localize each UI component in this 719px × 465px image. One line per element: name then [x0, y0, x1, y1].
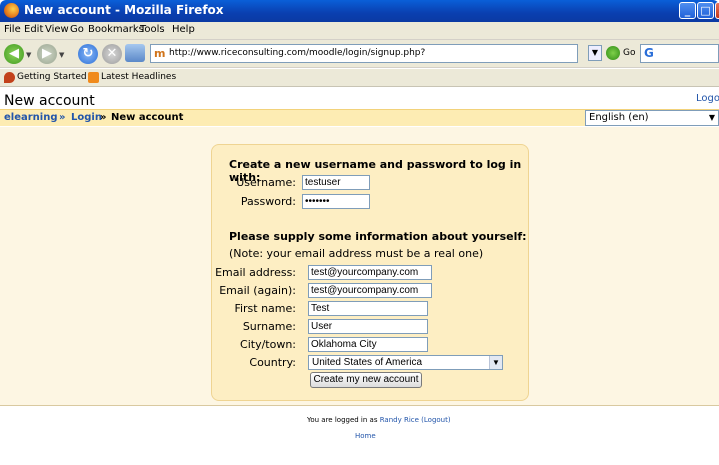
menu-tools[interactable]: Tools — [140, 24, 165, 35]
url-text: http://www.riceconsulting.com/moodle/log… — [169, 48, 426, 58]
bookmark-latest-headlines[interactable]: Latest Headlines — [101, 72, 176, 82]
logged-in-prefix: You are logged in as — [307, 416, 378, 424]
breadcrumb-current: New account — [111, 112, 184, 123]
country-select[interactable]: United States of America ▼ — [308, 355, 503, 370]
title-bar: New account - Mozilla Firefox _ □ x — [0, 0, 719, 22]
username-input[interactable]: testuser — [302, 175, 370, 190]
getting-started-icon — [4, 72, 15, 83]
username-label: Username: — [236, 176, 296, 189]
surname-input[interactable]: User — [308, 319, 428, 334]
menu-go[interactable]: Go — [70, 24, 84, 35]
page-viewport: New account Logout elearning » Login » N… — [0, 88, 719, 465]
page-heading: New account — [4, 93, 95, 109]
menu-help[interactable]: Help — [172, 24, 195, 35]
section-profile-heading: Please supply some information about you… — [229, 230, 527, 243]
email-again-input[interactable]: test@yourcompany.com — [308, 283, 432, 298]
logout-link[interactable]: Logout — [696, 93, 719, 104]
firefox-icon — [4, 3, 19, 18]
window-title: New account - Mozilla Firefox — [24, 3, 224, 17]
city-input[interactable]: Oklahoma City — [308, 337, 428, 352]
footer-logout-link[interactable]: (Logout) — [421, 416, 450, 424]
email-again-label: Email (again): — [219, 284, 296, 297]
back-arrow-icon[interactable]: ◀ — [4, 44, 24, 64]
footer: You are logged in as Randy Rice (Logout)… — [0, 406, 719, 465]
password-input[interactable]: ••••••• — [302, 194, 370, 209]
home-icon[interactable] — [125, 44, 145, 62]
minimize-button[interactable]: _ — [679, 2, 696, 19]
breadcrumb-login[interactable]: Login — [71, 112, 102, 123]
menu-bar: File Edit View Go Bookmarks Tools Help — [0, 22, 719, 40]
city-label: City/town: — [240, 338, 296, 351]
rss-feed-icon — [88, 72, 99, 83]
home-link[interactable]: Home — [355, 432, 376, 440]
language-value: English (en) — [589, 112, 649, 123]
menu-view[interactable]: View — [45, 24, 69, 35]
search-box[interactable]: G — [640, 44, 719, 63]
menu-bookmarks[interactable]: Bookmarks — [88, 24, 144, 35]
go-icon[interactable] — [606, 46, 620, 60]
chevron-down-icon: ▼ — [489, 356, 502, 369]
navigation-toolbar: ◀ ▼ ▶ ▼ ↻ ✕ m http://www.riceconsulting.… — [0, 40, 719, 68]
email-label: Email address: — [215, 266, 296, 279]
email-note: (Note: your email address must be a real… — [229, 247, 484, 260]
bookmarks-toolbar: Getting Started Latest Headlines — [0, 69, 719, 87]
language-select[interactable]: English (en) ▼ — [585, 110, 719, 126]
menu-edit[interactable]: Edit — [24, 24, 43, 35]
create-account-button[interactable]: Create my new account — [310, 372, 422, 388]
url-dropdown-icon[interactable]: ▼ — [588, 45, 602, 61]
breadcrumb: elearning » Login » New account English … — [0, 109, 719, 126]
first-name-input[interactable]: Test — [308, 301, 428, 316]
content-area: Create a new username and password to lo… — [0, 127, 719, 406]
reload-icon[interactable]: ↻ — [78, 44, 98, 64]
surname-label: Surname: — [242, 320, 296, 333]
signup-form: Create a new username and password to lo… — [211, 144, 529, 401]
logged-in-info: You are logged in as Randy Rice (Logout) — [307, 416, 451, 424]
maximize-button[interactable]: □ — [697, 2, 714, 19]
menu-file[interactable]: File — [4, 24, 21, 35]
breadcrumb-elearning[interactable]: elearning — [4, 112, 58, 123]
url-bar[interactable]: m http://www.riceconsulting.com/moodle/l… — [150, 44, 578, 63]
email-input[interactable]: test@yourcompany.com — [308, 265, 432, 280]
country-value: United States of America — [312, 357, 423, 368]
breadcrumb-separator: » — [100, 112, 107, 123]
moodle-favicon-icon: m — [154, 47, 166, 60]
chevron-down-icon: ▼ — [708, 113, 716, 122]
back-history-dropdown-icon[interactable]: ▼ — [26, 51, 31, 59]
bookmark-getting-started[interactable]: Getting Started — [17, 72, 87, 82]
breadcrumb-separator: » — [59, 112, 66, 123]
password-label: Password: — [240, 195, 296, 208]
first-name-label: First name: — [234, 302, 296, 315]
country-label: Country: — [249, 356, 296, 369]
forward-arrow-icon[interactable]: ▶ — [37, 44, 57, 64]
google-search-icon: G — [644, 46, 654, 60]
close-button[interactable]: x — [715, 2, 719, 19]
stop-icon[interactable]: ✕ — [102, 44, 122, 64]
user-profile-link[interactable]: Randy Rice — [380, 416, 419, 424]
go-button-label[interactable]: Go — [623, 48, 635, 58]
forward-history-dropdown-icon[interactable]: ▼ — [59, 51, 64, 59]
